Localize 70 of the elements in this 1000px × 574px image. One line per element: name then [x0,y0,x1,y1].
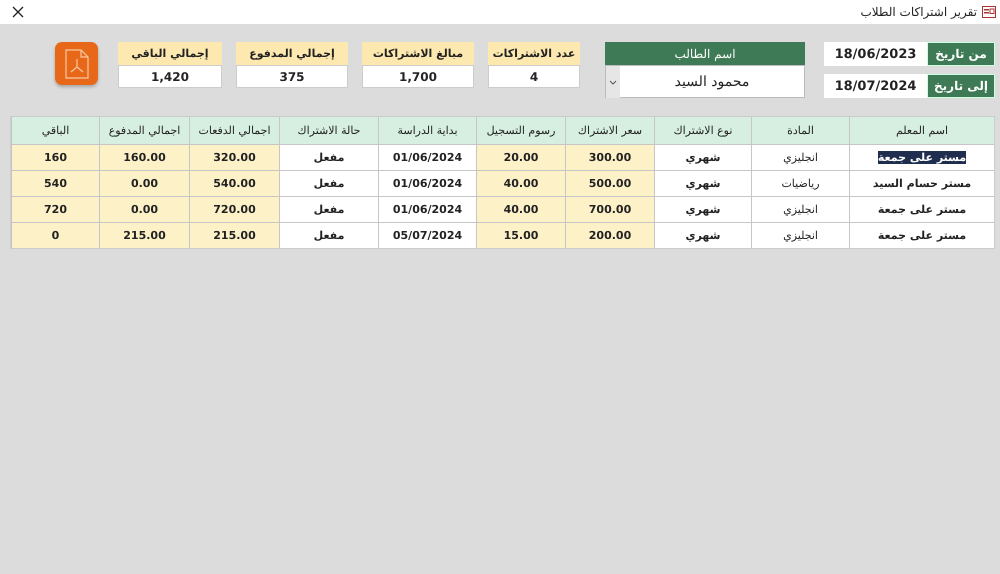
table-cell: 720 [11,196,99,222]
table-cell: 200.00 [565,222,654,248]
table-cell: انجليزي [751,144,849,170]
table-cell: 0 [11,222,99,248]
date-label: إلى تاريخ [927,74,995,98]
table-cell: شهري [654,222,751,248]
student-label: اسم الطالب [605,42,805,65]
column-header: بداية الدراسة [378,117,476,144]
summary-value: 1,700 [362,65,474,88]
column-header: اجمالي المدفوع [99,117,189,144]
table-cell: 215.00 [99,222,189,248]
close-icon[interactable] [12,6,24,18]
column-header: سعر الاشتراك [565,117,654,144]
table-cell: مستر على جمعة [849,144,994,170]
table-cell: 540 [11,170,99,196]
table-cell: شهري [654,196,751,222]
column-header: اسم المعلم [849,117,994,144]
table-cell: مستر على جمعة [849,222,994,248]
column-header: رسوم التسجيل [476,117,565,144]
summary-value: 1,420 [118,65,222,88]
table-cell: مفعل [279,144,378,170]
table-cell: انجليزي [751,222,849,248]
table-cell: 20.00 [476,144,565,170]
table-cell: 0.00 [99,196,189,222]
table-cell: 500.00 [565,170,654,196]
table-cell: مفعل [279,170,378,196]
window-title: تقرير اشتراكات الطلاب [860,5,977,19]
table-cell: 320.00 [189,144,279,170]
table-cell: شهري [654,144,751,170]
table-cell: 01/06/2024 [378,196,476,222]
table-cell: 215.00 [189,222,279,248]
summary-label: عدد الاشتراكات [488,42,580,65]
table-cell: 40.00 [476,170,565,196]
table-cell: 720.00 [189,196,279,222]
table-cell: رياضيات [751,170,849,196]
summary-label: إجمالي المدفوع [236,42,348,65]
column-header: الباقي [11,117,99,144]
table-cell: 15.00 [476,222,565,248]
table-cell: 160.00 [99,144,189,170]
table-cell: مفعل [279,196,378,222]
column-header: نوع الاشتراك [654,117,751,144]
table-cell: 700.00 [565,196,654,222]
table-cell: مفعل [279,222,378,248]
column-header: المادة [751,117,849,144]
column-header: اجمالي الدفعات [189,117,279,144]
table-cell: 01/06/2024 [378,170,476,196]
table-cell: شهري [654,170,751,196]
table-cell: 05/07/2024 [378,222,476,248]
summary-label: إجمالي الباقي [118,42,222,65]
date-field[interactable]: 18/06/2023 [824,42,927,66]
pdf-icon [64,48,90,78]
table-cell: انجليزي [751,196,849,222]
pdf-export-button[interactable] [55,42,98,85]
table-cell: مستر على جمعة [849,196,994,222]
date-label: من تاريخ [927,42,995,66]
summary-value: 375 [236,65,348,88]
summary-label: مبالغ الاشتراكات [362,42,474,65]
form-icon [982,6,996,18]
table-cell: 540.00 [189,170,279,196]
column-header: حالة الاشتراك [279,117,378,144]
table-cell: 160 [11,144,99,170]
student-dropdown[interactable]: محمود السيد [605,65,805,98]
chevron-down-icon[interactable] [606,66,620,98]
summary-value: 4 [488,65,580,88]
date-field[interactable]: 18/07/2024 [824,74,927,98]
table-cell: 300.00 [565,144,654,170]
table-cell: 01/06/2024 [378,144,476,170]
table-cell: 0.00 [99,170,189,196]
table-cell: مستر حسام السيد [849,170,994,196]
table-cell: 40.00 [476,196,565,222]
